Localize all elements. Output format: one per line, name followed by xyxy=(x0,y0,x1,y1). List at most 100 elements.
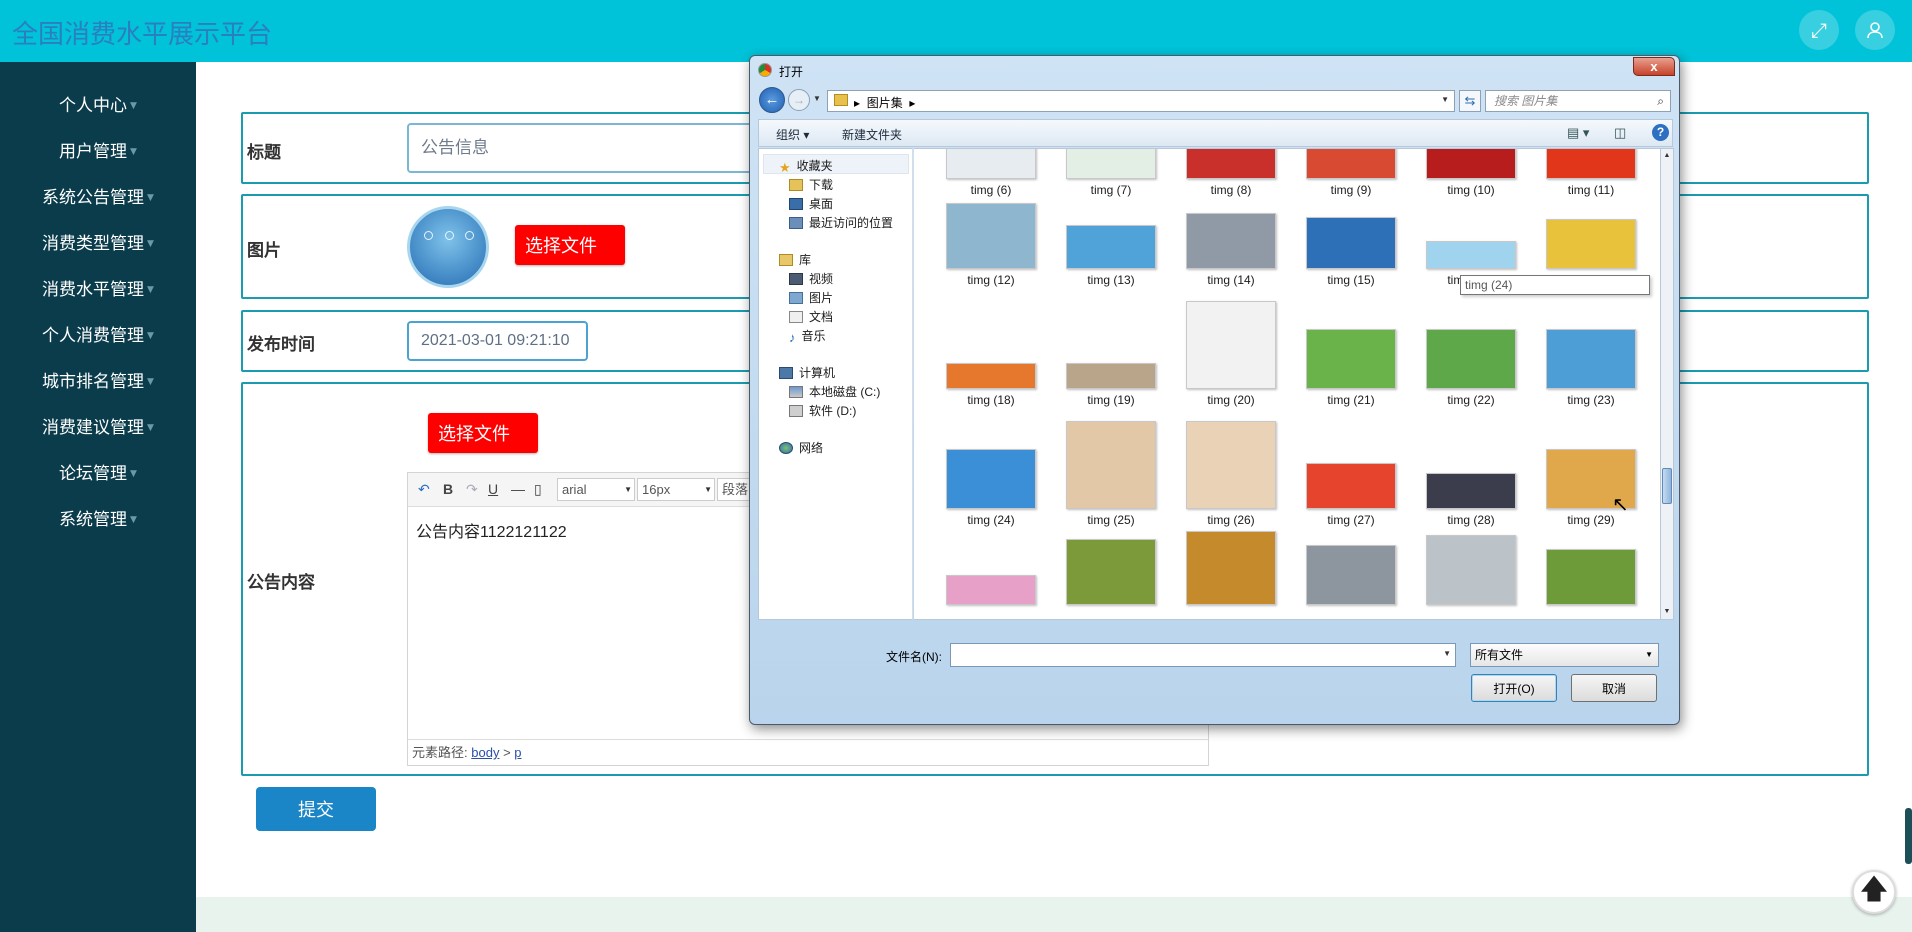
open-button[interactable]: 打开(O) xyxy=(1471,674,1557,702)
cancel-button[interactable]: 取消 xyxy=(1571,674,1657,702)
nav-recent[interactable]: 最近访问的位置 xyxy=(789,214,893,231)
file-name[interactable]: timg (19) xyxy=(1056,393,1166,407)
content-choose-file-button[interactable]: 选择文件 xyxy=(428,413,538,453)
file-thumbnail[interactable] xyxy=(1306,329,1396,389)
file-name[interactable]: timg (20) xyxy=(1176,393,1286,407)
file-thumbnail[interactable] xyxy=(1426,535,1516,605)
preview-pane-icon[interactable]: ◫ xyxy=(1614,125,1626,141)
nav-libraries[interactable]: 库 xyxy=(779,251,811,268)
sidebar-item-users[interactable]: 用户管理 ▼ xyxy=(0,132,196,172)
path-p-link[interactable]: p xyxy=(514,745,521,760)
user-icon[interactable] xyxy=(1855,10,1895,50)
file-thumbnail[interactable] xyxy=(1306,149,1396,179)
file-thumbnail[interactable] xyxy=(1186,301,1276,389)
file-thumbnail[interactable] xyxy=(1186,213,1276,269)
scrollbar-thumb[interactable] xyxy=(1662,468,1672,504)
undo-icon[interactable]: ↶ xyxy=(418,481,430,498)
file-name[interactable]: timg (28) xyxy=(1416,513,1526,527)
file-list-scrollbar[interactable]: ▲ ▼ xyxy=(1660,148,1674,620)
file-thumbnail[interactable] xyxy=(946,449,1036,509)
file-thumbnail[interactable] xyxy=(1546,219,1636,269)
file-thumbnail[interactable] xyxy=(1546,149,1636,179)
filename-input[interactable]: ▼ xyxy=(950,643,1456,667)
nav-music[interactable]: ♪ 音乐 xyxy=(789,327,826,345)
page-scrollbar[interactable] xyxy=(1905,808,1912,864)
sidebar-item-consumption-types[interactable]: 消费类型管理 ▼ xyxy=(0,224,196,264)
expand-icon[interactable]: ⤢ xyxy=(1799,10,1839,50)
nav-computer[interactable]: 计算机 xyxy=(779,364,835,381)
nav-disk-d[interactable]: 软件 (D:) xyxy=(789,402,856,419)
sidebar-item-personal-center[interactable]: 个人中心 ▼ xyxy=(0,86,196,126)
file-name[interactable]: timg (29) xyxy=(1536,513,1646,527)
redo-icon[interactable]: ↷ xyxy=(466,481,478,498)
sidebar-item-suggestions[interactable]: 消费建议管理 ▼ xyxy=(0,408,196,448)
chevron-down-icon[interactable]: ▼ xyxy=(1441,95,1449,104)
sidebar-item-personal-consumption[interactable]: 个人消费管理 ▼ xyxy=(0,316,196,356)
file-thumbnail[interactable] xyxy=(1186,149,1276,179)
file-thumbnail[interactable] xyxy=(1546,329,1636,389)
file-name[interactable]: timg (24) xyxy=(936,513,1046,527)
sidebar-item-forum[interactable]: 论坛管理 ▼ xyxy=(0,454,196,494)
file-thumbnail[interactable] xyxy=(1066,539,1156,605)
font-family-select[interactable]: arial ▼ xyxy=(557,478,635,501)
file-name[interactable]: timg (25) xyxy=(1056,513,1166,527)
nav-pictures[interactable]: 图片 xyxy=(789,289,833,306)
file-name[interactable]: timg (7) xyxy=(1056,183,1166,197)
file-name[interactable]: timg (12) xyxy=(936,273,1046,287)
organize-button[interactable]: 组织 ▾ xyxy=(776,126,809,143)
new-folder-button[interactable]: 新建文件夹 xyxy=(842,126,902,143)
file-name[interactable]: timg (8) xyxy=(1176,183,1286,197)
file-name[interactable]: timg (15) xyxy=(1296,273,1406,287)
help-icon[interactable]: ? xyxy=(1652,124,1669,141)
nav-videos[interactable]: 视频 xyxy=(789,270,833,287)
nav-favorites[interactable]: ★ 收藏夹 xyxy=(779,157,833,175)
scroll-down-icon[interactable]: ▼ xyxy=(1661,605,1673,619)
breadcrumb-folder[interactable]: 图片集 xyxy=(867,96,903,110)
file-name[interactable]: timg (26) xyxy=(1176,513,1286,527)
back-arrow-icon[interactable]: ← xyxy=(759,87,785,113)
file-name[interactable]: timg (22) xyxy=(1416,393,1526,407)
nav-network[interactable]: 网络 xyxy=(779,439,823,456)
scroll-to-top-icon[interactable]: 🡅 xyxy=(1852,870,1896,914)
horizontal-rule-icon[interactable]: — xyxy=(511,481,525,497)
sidebar-item-city-ranking[interactable]: 城市排名管理 ▼ xyxy=(0,362,196,402)
file-thumbnail[interactable] xyxy=(1066,363,1156,389)
chevron-down-icon[interactable]: ▼ xyxy=(1443,649,1451,658)
sidebar-item-system[interactable]: 系统管理 ▼ xyxy=(0,500,196,540)
file-name[interactable]: timg (14) xyxy=(1176,273,1286,287)
file-thumbnail[interactable] xyxy=(1426,241,1516,269)
file-name[interactable]: timg (13) xyxy=(1056,273,1166,287)
file-name[interactable]: timg (23) xyxy=(1536,393,1646,407)
nav-documents[interactable]: 文档 xyxy=(789,308,833,325)
file-thumbnail[interactable] xyxy=(1186,421,1276,509)
file-thumbnail[interactable] xyxy=(946,363,1036,389)
file-thumbnail[interactable] xyxy=(1546,549,1636,605)
nav-desktop[interactable]: 桌面 xyxy=(789,195,833,212)
editor-body[interactable]: 公告内容1122121122 xyxy=(416,518,567,542)
scroll-up-icon[interactable]: ▲ xyxy=(1661,149,1673,163)
sidebar-item-consumption-levels[interactable]: 消费水平管理 ▼ xyxy=(0,270,196,310)
font-size-select[interactable]: 16px ▼ xyxy=(637,478,715,501)
filetype-select[interactable]: 所有文件 ▼ xyxy=(1470,643,1659,667)
refresh-icon[interactable]: ⇆ xyxy=(1459,90,1481,112)
file-thumbnail[interactable] xyxy=(946,203,1036,269)
file-thumbnail[interactable] xyxy=(1306,463,1396,509)
search-input[interactable]: 搜索 图片集 ⌕ xyxy=(1485,90,1671,112)
sidebar-item-announcements[interactable]: 系统公告管理 ▼ xyxy=(0,178,196,218)
file-name[interactable]: timg (6) xyxy=(936,183,1046,197)
file-thumbnail[interactable] xyxy=(1066,421,1156,509)
file-thumbnail[interactable] xyxy=(1306,545,1396,605)
bold-icon[interactable]: B xyxy=(443,481,453,497)
address-bar[interactable]: ▸ 图片集 ▸ ▼ xyxy=(827,90,1455,112)
file-thumbnail[interactable] xyxy=(946,149,1036,179)
file-thumbnail[interactable] xyxy=(1306,217,1396,269)
file-thumbnail[interactable] xyxy=(946,575,1036,605)
path-body-link[interactable]: body xyxy=(471,745,499,760)
file-thumbnail[interactable] xyxy=(1426,329,1516,389)
view-options-icon[interactable]: ▤ ▾ xyxy=(1567,125,1589,141)
choose-file-button[interactable]: 选择文件 xyxy=(515,225,625,265)
nav-downloads[interactable]: 下载 xyxy=(789,176,833,193)
file-name[interactable]: timg (21) xyxy=(1296,393,1406,407)
file-thumbnail[interactable] xyxy=(1186,531,1276,605)
file-name[interactable]: timg (27) xyxy=(1296,513,1406,527)
